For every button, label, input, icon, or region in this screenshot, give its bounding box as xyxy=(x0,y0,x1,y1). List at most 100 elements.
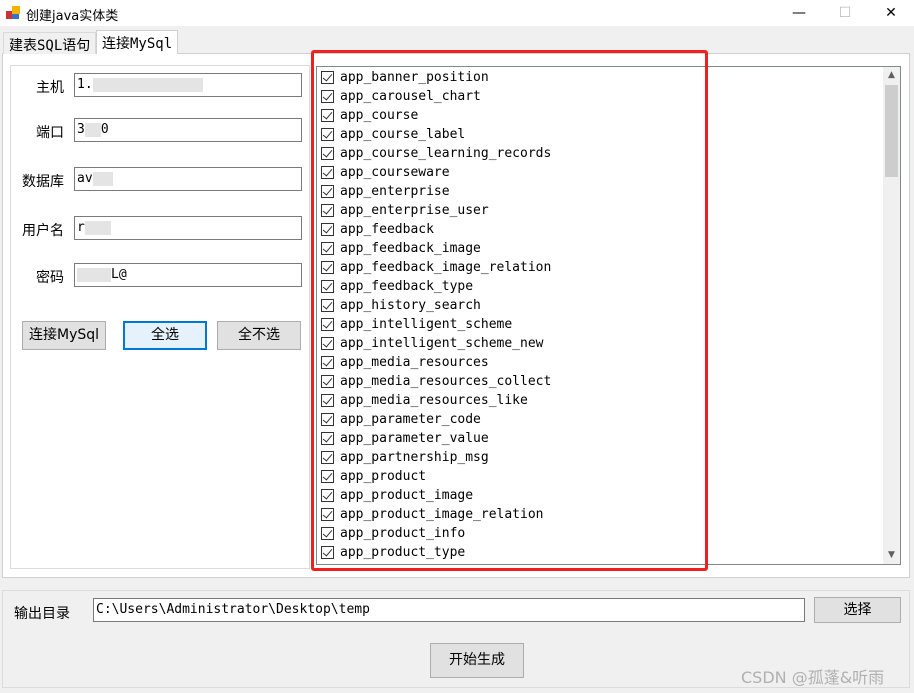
port-value-start: 3 xyxy=(77,122,85,137)
checkbox-checked-icon[interactable] xyxy=(321,489,334,502)
table-name: app_course xyxy=(340,108,419,123)
username-label: 用户名 xyxy=(22,223,64,239)
checkbox-checked-icon[interactable] xyxy=(321,375,334,388)
table-checkbox-item[interactable]: app_course xyxy=(321,106,418,125)
checkbox-checked-icon[interactable] xyxy=(321,90,334,103)
checkbox-checked-icon[interactable] xyxy=(321,470,334,483)
table-name: app_carousel_chart xyxy=(340,89,481,104)
table-checkbox-item[interactable]: app_parameter_value xyxy=(321,429,489,448)
table-checkbox-item[interactable]: app_feedback_image_relation xyxy=(321,258,551,277)
checkbox-checked-icon[interactable] xyxy=(321,280,334,293)
checkbox-checked-icon[interactable] xyxy=(321,261,334,274)
table-checkbox-item[interactable]: app_product_type xyxy=(321,543,465,562)
table-checkbox-item[interactable]: app_media_resources_collect xyxy=(321,372,551,391)
table-name: app_feedback xyxy=(340,222,434,237)
port-input[interactable]: 30 xyxy=(74,118,302,142)
checkbox-checked-icon[interactable] xyxy=(321,508,334,521)
table-name: app_courseware xyxy=(340,165,450,180)
username-value: r xyxy=(77,220,85,235)
table-checkbox-item[interactable]: app_course_label xyxy=(321,125,465,144)
checkbox-checked-icon[interactable] xyxy=(321,204,334,217)
table-checkbox-item[interactable]: app_banner_position xyxy=(321,68,489,87)
scroll-down-icon[interactable]: ▼ xyxy=(883,547,900,564)
table-checkbox-item[interactable]: app_feedback xyxy=(321,220,434,239)
host-label: 主机 xyxy=(36,80,64,96)
checkbox-checked-icon[interactable] xyxy=(321,432,334,445)
browse-button[interactable]: 选择 xyxy=(814,597,901,623)
checkbox-checked-icon[interactable] xyxy=(321,299,334,312)
generate-button[interactable]: 开始生成 xyxy=(430,643,524,678)
table-checkbox-item[interactable]: app_product xyxy=(321,467,426,486)
table-name: app_product_image_relation xyxy=(340,507,544,522)
table-checkbox-item[interactable]: app_product_image xyxy=(321,486,473,505)
table-name: app_course_learning_records xyxy=(340,146,552,161)
select-none-button[interactable]: 全不选 xyxy=(217,321,301,350)
username-input[interactable]: r xyxy=(74,216,302,240)
table-name: app_parameter_code xyxy=(340,412,481,427)
checkbox-checked-icon[interactable] xyxy=(321,223,334,236)
checkbox-checked-icon[interactable] xyxy=(321,128,334,141)
table-name: app_history_search xyxy=(340,298,481,313)
checkbox-checked-icon[interactable] xyxy=(321,71,334,84)
table-checkbox-item[interactable]: app_course_learning_records xyxy=(321,144,551,163)
checkbox-checked-icon[interactable] xyxy=(321,394,334,407)
table-checkbox-item[interactable]: app_feedback_image xyxy=(321,239,481,258)
table-checkbox-item[interactable]: app_media_resources xyxy=(321,353,489,372)
table-name: app_enterprise_user xyxy=(340,203,489,218)
title-bar: 创建java实体类 — ☐ ✕ xyxy=(0,0,914,26)
table-name: app_feedback_type xyxy=(340,279,474,294)
table-checkbox-item[interactable]: app_intelligent_scheme_new xyxy=(321,334,544,353)
table-name: app_feedback_image_relation xyxy=(340,260,552,275)
table-checkbox-item[interactable]: app_enterprise xyxy=(321,182,450,201)
checkbox-checked-icon[interactable] xyxy=(321,413,334,426)
table-checkbox-item[interactable]: app_product_info xyxy=(321,524,465,543)
checkbox-checked-icon[interactable] xyxy=(321,318,334,331)
table-checkbox-item[interactable]: app_media_resources_like xyxy=(321,391,528,410)
table-name: app_feedback_image xyxy=(340,241,481,256)
table-name: app_product xyxy=(340,469,427,484)
scrollbar-thumb[interactable] xyxy=(885,85,898,177)
scroll-up-icon[interactable]: ▲ xyxy=(883,67,900,84)
checkbox-checked-icon[interactable] xyxy=(321,185,334,198)
table-checklist[interactable]: ▲ ▼ app_banner_position app_carousel_char… xyxy=(316,66,901,565)
table-checkbox-item[interactable]: app_product_image_relation xyxy=(321,505,544,524)
checkbox-checked-icon[interactable] xyxy=(321,527,334,540)
database-label: 数据库 xyxy=(22,174,64,190)
tab-connect-mysql[interactable]: 连接MySql xyxy=(96,30,179,54)
checkbox-checked-icon[interactable] xyxy=(321,147,334,160)
tab-create-sql[interactable]: 建表SQL语句 xyxy=(3,32,97,54)
table-name: app_product_type xyxy=(340,545,466,560)
table-checkbox-item[interactable]: app_intelligent_scheme xyxy=(321,315,512,334)
password-label: 密码 xyxy=(36,270,64,286)
scrollbar[interactable]: ▲ ▼ xyxy=(883,67,900,564)
output-dir-input[interactable]: C:\Users\Administrator\Desktop\temp xyxy=(93,598,805,622)
table-checkbox-item[interactable]: app_courseware xyxy=(321,163,450,182)
checkbox-checked-icon[interactable] xyxy=(321,242,334,255)
minimize-button[interactable]: — xyxy=(776,0,822,26)
close-button[interactable]: ✕ xyxy=(868,0,914,26)
table-checkbox-item[interactable]: app_partnership_msg xyxy=(321,448,489,467)
table-checkbox-item[interactable]: app_parameter_code xyxy=(321,410,481,429)
table-name: app_partnership_msg xyxy=(340,450,489,465)
checkbox-checked-icon[interactable] xyxy=(321,451,334,464)
table-checkbox-item[interactable]: app_carousel_chart xyxy=(321,87,481,106)
table-checkbox-item[interactable]: app_enterprise_user xyxy=(321,201,489,220)
database-input[interactable]: av xyxy=(74,167,302,191)
checkbox-checked-icon[interactable] xyxy=(321,166,334,179)
select-all-button[interactable]: 全选 xyxy=(123,321,207,350)
connect-mysql-button[interactable]: 连接MySql xyxy=(22,321,106,350)
host-value: 1. xyxy=(77,77,93,92)
checkbox-checked-icon[interactable] xyxy=(321,356,334,369)
password-value: L@ xyxy=(111,267,127,282)
table-name: app_enterprise xyxy=(340,184,450,199)
table-name: app_media_resources xyxy=(340,355,489,370)
table-checkbox-item[interactable]: app_feedback_type xyxy=(321,277,473,296)
table-checkbox-item[interactable]: app_history_search xyxy=(321,296,481,315)
port-label: 端口 xyxy=(36,125,64,141)
host-input[interactable]: 1. xyxy=(74,73,302,97)
checkbox-checked-icon[interactable] xyxy=(321,337,334,350)
maximize-button[interactable]: ☐ xyxy=(822,0,868,26)
checkbox-checked-icon[interactable] xyxy=(321,109,334,122)
password-input[interactable]: L@ xyxy=(74,263,302,287)
checkbox-checked-icon[interactable] xyxy=(321,546,334,559)
